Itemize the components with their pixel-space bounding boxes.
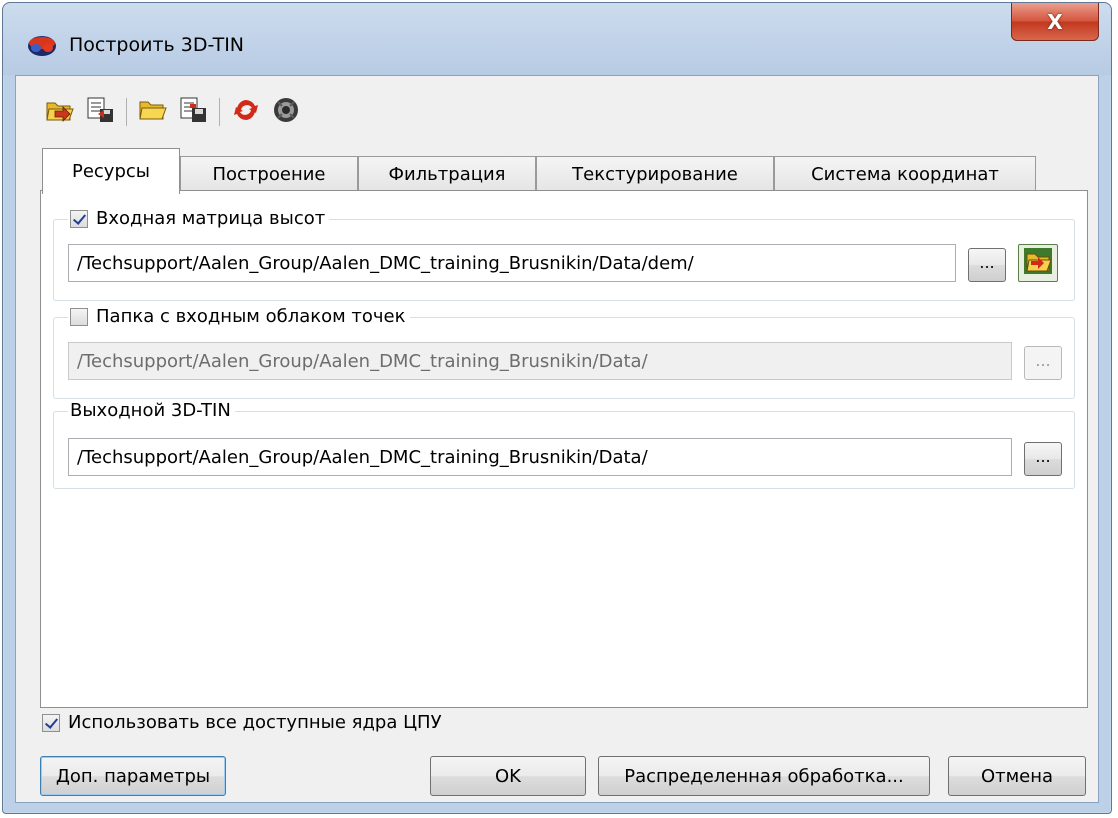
advanced-parameters-label: Доп. параметры <box>55 765 211 787</box>
input-matrix-checkbox[interactable] <box>70 209 88 228</box>
input-matrix-open-folder-button[interactable] <box>1018 244 1058 282</box>
cancel-label: Отмена <box>980 765 1054 787</box>
distributed-processing-button[interactable]: Распределенная обработка... <box>598 756 930 796</box>
point-cloud-label: Папка с входным облаком точек <box>96 306 406 327</box>
point-cloud-checkbox[interactable] <box>70 307 88 326</box>
tab-resources[interactable]: Ресурсы <box>42 148 180 194</box>
input-matrix-path-value: /Techsupport/Aalen_Group/Aalen_DMC_train… <box>77 252 694 274</box>
reset-icon <box>272 96 300 129</box>
tab-label: Текстурирование <box>572 164 738 185</box>
output-tin-group: Выходной 3D-TIN /Techsupport/Aalen_Group… <box>53 400 1075 489</box>
input-matrix-path-field[interactable]: /Techsupport/Aalen_Group/Aalen_DMC_train… <box>68 244 956 282</box>
point-cloud-browse-button[interactable]: ... <box>1024 346 1062 380</box>
close-icon: X <box>1047 9 1063 34</box>
refresh-icon <box>232 96 260 129</box>
dialog-window: Построить 3D-TIN X Ресурсы Построение Фи… <box>2 2 1112 814</box>
use-all-cores-checkbox[interactable] <box>42 713 60 732</box>
toolbar <box>42 92 308 132</box>
tab-label: Ресурсы <box>71 161 150 182</box>
point-cloud-path-value: /Techsupport/Aalen_Group/Aalen_DMC_train… <box>77 350 648 372</box>
tab-coordinate-system[interactable]: Система координат <box>774 156 1036 192</box>
input-matrix-group: Входная матрица высот /Techsupport/Aalen… <box>53 208 1075 301</box>
save-as-icon <box>178 96 208 129</box>
output-tin-legend: Выходной 3D-TIN <box>68 400 235 421</box>
reset-button[interactable] <box>268 94 304 130</box>
open-folder-red-icon <box>1023 247 1053 280</box>
input-matrix-label: Входная матрица высот <box>96 208 326 229</box>
ellipsis-label: ... <box>1035 350 1051 370</box>
cancel-button[interactable]: Отмена <box>948 756 1086 796</box>
output-tin-label: Выходной 3D-TIN <box>70 400 231 421</box>
ellipsis-label: ... <box>1035 446 1051 466</box>
window-title: Построить 3D-TIN <box>69 34 245 56</box>
app-3d-glasses-icon <box>27 35 57 57</box>
resources-panel: Входная матрица высот /Techsupport/Aalen… <box>40 190 1088 708</box>
save-settings-button[interactable] <box>82 94 118 130</box>
tab-label: Построение <box>212 164 326 185</box>
ok-label: OK <box>495 765 521 787</box>
output-tin-path-field[interactable]: /Techsupport/Aalen_Group/Aalen_DMC_train… <box>68 438 1012 476</box>
load-settings-button[interactable] <box>42 94 78 130</box>
dialog-client-area: Ресурсы Построение Фильтрация Текстуриро… <box>15 75 1099 803</box>
distributed-processing-label: Распределенная обработка... <box>624 765 904 787</box>
output-tin-path-value: /Techsupport/Aalen_Group/Aalen_DMC_train… <box>77 446 648 468</box>
refresh-button[interactable] <box>228 94 264 130</box>
tab-construction[interactable]: Построение <box>180 156 358 192</box>
output-tin-browse-button[interactable]: ... <box>1024 442 1062 476</box>
input-matrix-legend: Входная матрица высот <box>68 208 330 229</box>
open-folder-icon <box>138 97 168 128</box>
ellipsis-label: ... <box>979 252 995 272</box>
advanced-parameters-button[interactable]: Доп. параметры <box>40 756 226 796</box>
point-cloud-path-field[interactable]: /Techsupport/Aalen_Group/Aalen_DMC_train… <box>68 342 1012 380</box>
toolbar-separator <box>126 98 127 126</box>
save-as-button[interactable] <box>175 94 211 130</box>
use-all-cores-label: Использовать все доступные ядра ЦПУ <box>68 712 442 733</box>
tab-filtering[interactable]: Фильтрация <box>358 156 536 192</box>
point-cloud-group: Папка с входным облаком точек /Techsuppo… <box>53 306 1075 399</box>
save-settings-icon <box>85 96 115 129</box>
tab-texturing[interactable]: Текстурирование <box>536 156 774 192</box>
tab-label: Система координат <box>811 164 999 185</box>
toolbar-separator <box>219 98 220 126</box>
point-cloud-legend: Папка с входным облаком точек <box>68 306 410 327</box>
use-all-cores-option: Использовать все доступные ядра ЦПУ <box>42 712 442 733</box>
title-bar[interactable]: Построить 3D-TIN X <box>3 3 1111 75</box>
open-folder-button[interactable] <box>135 94 171 130</box>
close-button[interactable]: X <box>1011 3 1099 41</box>
ok-button[interactable]: OK <box>430 756 586 796</box>
input-matrix-browse-button[interactable]: ... <box>968 248 1006 282</box>
load-settings-icon <box>45 97 75 128</box>
tab-label: Фильтрация <box>388 164 506 185</box>
